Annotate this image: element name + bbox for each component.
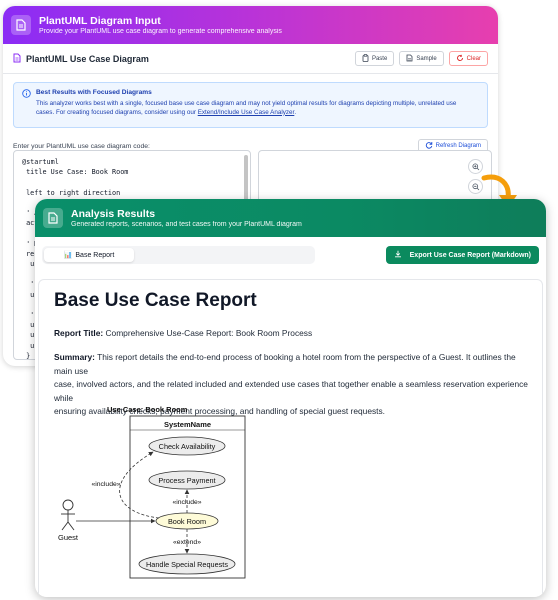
- results-card: Analysis Results Generated reports, scen…: [35, 199, 546, 597]
- actor-guest: Guest: [58, 499, 79, 542]
- section-title: PlantUML Use Case Diagram: [13, 53, 149, 65]
- input-card-subtitle: Provide your PlantUML use case diagram t…: [39, 27, 282, 35]
- summary-label: Summary:: [54, 352, 95, 362]
- include-label: «include»: [172, 499, 201, 506]
- use-case-label: Handle Special Requests: [146, 560, 228, 569]
- input-card-title: PlantUML Diagram Input: [39, 14, 161, 27]
- clear-button[interactable]: Clear: [448, 51, 488, 66]
- info-line-2-prefix: cases. For creating focused diagrams, co…: [36, 108, 198, 116]
- sample-icon: [406, 54, 413, 64]
- report-panel: Base Use Case Report Report Title: Compr…: [38, 279, 543, 597]
- tab-strip: 📊 Base Report: [42, 246, 315, 264]
- paste-icon: [362, 53, 369, 64]
- results-header: Analysis Results Generated reports, scen…: [35, 199, 546, 237]
- include-label: «include»: [91, 481, 120, 488]
- document-icon: [11, 15, 31, 35]
- results-card-title: Analysis Results: [71, 207, 156, 220]
- sample-label: Sample: [416, 55, 437, 62]
- clear-icon: [456, 54, 464, 64]
- actor-label: Guest: [58, 533, 79, 542]
- export-report-button[interactable]: Export Use Case Report (Markdown): [385, 246, 539, 264]
- document-icon: [43, 208, 63, 228]
- info-line-2: cases. For creating focused diagrams, co…: [36, 109, 479, 118]
- extend-label: «extend»: [173, 539, 201, 546]
- use-case-diagram: Use Case: Book Room SystemName Guest Che…: [58, 405, 246, 579]
- section-title-text: PlantUML Use Case Diagram: [26, 53, 149, 64]
- clear-label: Clear: [466, 55, 481, 62]
- refresh-label: Refresh Diagram: [435, 143, 481, 149]
- info-line-2-suffix: .: [294, 108, 297, 116]
- info-icon: [22, 89, 31, 102]
- report-title-value: Comprehensive Use-Case Report: Book Room…: [105, 328, 313, 338]
- results-card-subtitle: Generated reports, scenarios, and test c…: [71, 220, 302, 228]
- export-label: Export Use Case Report (Markdown): [409, 251, 531, 259]
- report-title-label: Report Title:: [54, 328, 104, 338]
- summary-line-2: case, involved actors, and the related i…: [54, 379, 528, 403]
- report-heading: Base Use Case Report: [54, 290, 257, 311]
- tab-base-report[interactable]: 📊 Base Report: [44, 248, 134, 262]
- info-box: Best Results with Focused Diagrams This …: [13, 82, 488, 128]
- input-header: PlantUML Diagram Input Provide your Plan…: [3, 6, 498, 44]
- paste-button[interactable]: Paste: [354, 51, 395, 66]
- info-title: Best Results with Focused Diagrams: [36, 89, 152, 96]
- use-case-label: Book Room: [168, 517, 206, 526]
- download-icon: [394, 250, 402, 260]
- info-line-1: This analyzer works best with a single, …: [36, 99, 457, 107]
- paste-label: Paste: [371, 55, 388, 62]
- use-case-label: Check Availability: [159, 442, 216, 451]
- chart-icon: 📊: [63, 252, 73, 259]
- diagram-title: Use Case: Book Room: [107, 405, 188, 414]
- diagram-section-bar: PlantUML Use Case Diagram Paste Sample C…: [3, 44, 498, 74]
- summary-line-1: This report details the end-to-end proce…: [54, 352, 516, 376]
- document-icon: [13, 53, 21, 65]
- report-title-line: Report Title: Comprehensive Use-Case Rep…: [54, 328, 312, 338]
- use-case-label: Process Payment: [158, 476, 215, 485]
- analyzer-link[interactable]: Extend/Include Use Case Analyzer: [198, 109, 295, 116]
- tab-label: Base Report: [75, 251, 115, 259]
- system-name: SystemName: [164, 420, 211, 429]
- sample-button[interactable]: Sample: [399, 51, 444, 66]
- code-label: Enter your PlantUML use case diagram cod…: [13, 142, 150, 150]
